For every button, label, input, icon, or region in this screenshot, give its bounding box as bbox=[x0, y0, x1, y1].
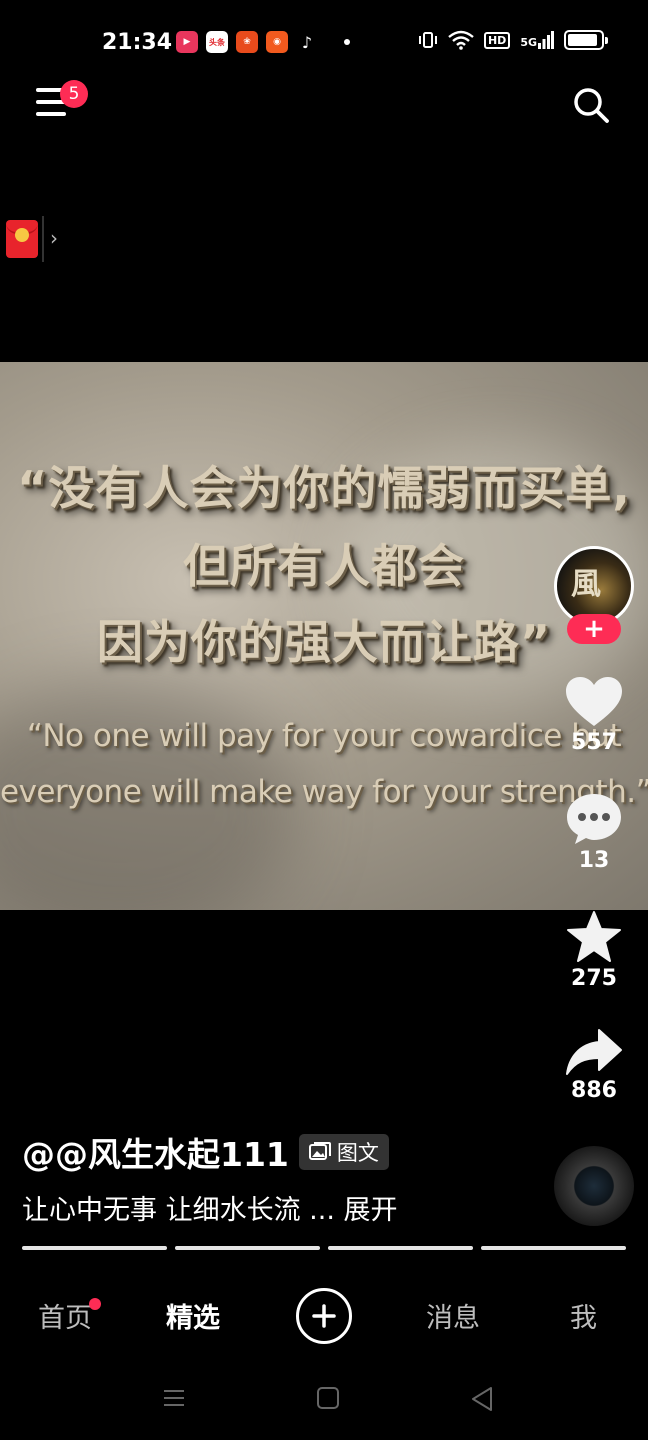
like-count: 557 bbox=[571, 730, 617, 755]
red-packet-divider bbox=[42, 216, 44, 262]
menu-notification-badge: 5 bbox=[60, 80, 88, 108]
heart-icon bbox=[566, 677, 622, 726]
battery-icon bbox=[564, 30, 608, 50]
plus-icon bbox=[312, 1304, 336, 1328]
quote-english-line-2: everyone will make way for your strength… bbox=[0, 774, 648, 810]
avatar-glyph: 風 bbox=[571, 567, 601, 602]
nav-messages[interactable]: 消息 bbox=[426, 1296, 480, 1335]
post-description: 让心中无事 让细水长流 ... 展开 bbox=[22, 1188, 398, 1227]
description-text: 让心中无事 让细水长流 ... bbox=[22, 1195, 344, 1226]
recent-apps-icon[interactable] bbox=[162, 1386, 186, 1410]
comment-icon bbox=[567, 794, 621, 844]
favorite-count: 275 bbox=[571, 966, 617, 991]
comment-count: 13 bbox=[578, 848, 610, 873]
tag-label: 图文 bbox=[336, 1141, 379, 1165]
author-row: @@风生水起111 图文 bbox=[22, 1128, 389, 1176]
quote-chinese-line-2: 但所有人都会 bbox=[183, 539, 465, 593]
vibrate-icon bbox=[418, 32, 437, 48]
hd-icon: HD bbox=[483, 31, 511, 49]
status-time: 21:34 bbox=[102, 30, 173, 55]
toutiao-icon: 头条 bbox=[206, 31, 228, 53]
signal-5g-icon: 5G bbox=[520, 31, 554, 49]
red-packet-icon[interactable] bbox=[6, 220, 38, 258]
network-label: 5G bbox=[520, 36, 537, 49]
share-count: 886 bbox=[571, 1078, 617, 1103]
image-progress-bar bbox=[22, 1246, 626, 1250]
more-dot-icon bbox=[344, 39, 350, 45]
post-image[interactable]: “没有人会为你的懦弱而买单, 但所有人都会 因为你的强大而让路” “No one… bbox=[0, 362, 648, 910]
progress-segment bbox=[328, 1246, 473, 1250]
system-icons: HD 5G bbox=[418, 30, 608, 50]
nav-home-badge bbox=[89, 1298, 101, 1310]
quote-chinese-line-1: “没有人会为你的懦弱而买单, bbox=[17, 461, 631, 515]
tiktok-icon: ♪ bbox=[296, 31, 318, 53]
progress-segment bbox=[175, 1246, 320, 1250]
image-icon bbox=[308, 1142, 331, 1160]
nav-home[interactable]: 首页 bbox=[38, 1296, 92, 1335]
share-button[interactable]: 886 bbox=[558, 1028, 630, 1103]
signal-bars-icon bbox=[538, 31, 554, 49]
search-icon[interactable] bbox=[572, 86, 610, 124]
wifi-icon bbox=[448, 30, 474, 50]
nav-featured[interactable]: 精选 bbox=[166, 1296, 220, 1335]
create-button[interactable] bbox=[296, 1288, 352, 1344]
share-arrow-icon bbox=[566, 1029, 622, 1075]
favorite-button[interactable]: 275 bbox=[558, 910, 630, 991]
progress-segment bbox=[22, 1246, 167, 1250]
home-icon[interactable] bbox=[316, 1386, 340, 1410]
image-text-tag: 图文 bbox=[298, 1134, 389, 1170]
progress-segment bbox=[481, 1246, 626, 1250]
back-icon[interactable] bbox=[470, 1386, 494, 1412]
author-name[interactable]: @@风生水起111 bbox=[22, 1128, 289, 1176]
star-icon bbox=[567, 911, 621, 962]
quote-chinese-line-3: 因为你的强大而让路” bbox=[96, 615, 552, 669]
notification-icons: ▶ 头条 ❀ ◉ ♪ bbox=[176, 31, 350, 53]
system-nav-bar bbox=[0, 1370, 648, 1440]
red-packet-seal bbox=[15, 228, 29, 242]
bottom-nav: 首页 精选 消息 我 bbox=[0, 1268, 648, 1368]
music-disc-icon[interactable] bbox=[554, 1146, 634, 1226]
like-button[interactable]: 557 bbox=[558, 676, 630, 755]
comment-button[interactable]: 13 bbox=[558, 792, 630, 873]
pinduoduo-icon: ❀ bbox=[236, 31, 258, 53]
battery-fill bbox=[568, 34, 597, 46]
follow-button[interactable]: + bbox=[567, 614, 621, 644]
taobao-icon: ◉ bbox=[266, 31, 288, 53]
menu-icon-line bbox=[36, 112, 66, 116]
expand-link[interactable]: 展开 bbox=[344, 1195, 398, 1226]
status-bar: 21:34 ▶ 头条 ❀ ◉ ♪ HD 5G bbox=[0, 0, 648, 80]
video-app-icon: ▶ bbox=[176, 31, 198, 53]
quote-english-line-1: “No one will pay for your cowardice but bbox=[26, 718, 622, 754]
nav-me[interactable]: 我 bbox=[570, 1296, 597, 1335]
red-packet-expand-icon[interactable]: › bbox=[50, 226, 58, 250]
